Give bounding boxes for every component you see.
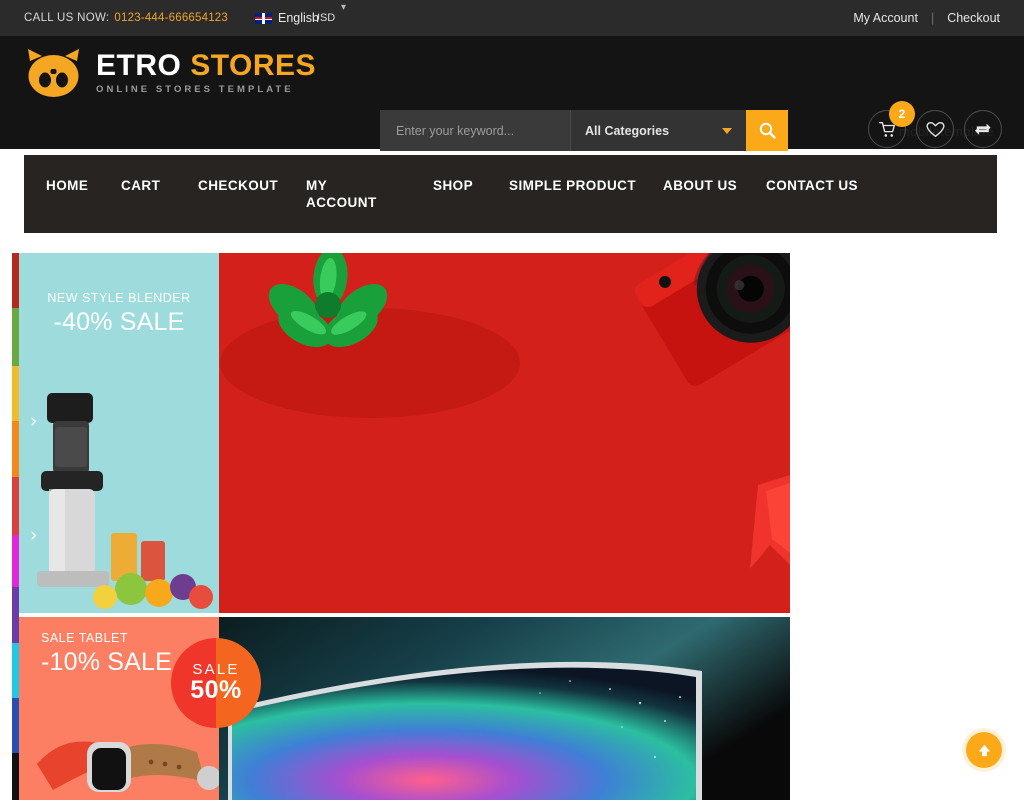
uk-flag-icon [255,12,272,24]
main-navigation: HOME CART CHECKOUT MY ACCOUNT SHOP SIMPLE PRO… [24,155,997,233]
color-strip-segment[interactable] [12,308,19,366]
color-strip-segment[interactable] [12,587,19,643]
heart-icon [925,121,945,137]
color-strip-segment[interactable] [12,366,19,421]
site-header: ETRO STORES ONLINE STORES TEMPLATE All C… [0,36,1024,151]
color-strip-segment[interactable] [12,421,19,477]
cart-count-badge: 2 [889,101,915,127]
nav-item-contact-us[interactable]: CONTACT US [766,177,858,194]
nav-item-simple-product[interactable]: SIMPLE PRODUCT [509,177,636,194]
red-camera-hero-image: 5X [210,253,790,613]
link-separator: | [930,11,935,25]
main-hero-banner[interactable]: 5X [210,253,790,613]
color-strip-segment[interactable] [12,753,19,800]
nav-item-home[interactable]: HOME [46,177,88,194]
color-strip-segment[interactable] [12,477,19,535]
top-bar: CALL US NOW: 0123-444-666654123 English … [0,0,1024,36]
category-dropdown[interactable]: All Categories [570,110,746,151]
logo-tagline: ONLINE STORES TEMPLATE [96,84,294,96]
search-button[interactable] [746,110,788,151]
logo-name-primary: ETRO [96,49,182,83]
promo-blender-title: NEW STYLE BLENDER [47,291,191,305]
promo-banner-blender[interactable]: NEW STYLE BLENDER -40% SALE [19,253,219,613]
phone-number[interactable]: 0123-444-666654123 [114,12,228,24]
wishlist-button[interactable] [916,110,954,148]
checkout-link[interactable]: Checkout [947,11,1000,25]
chevron-down-icon[interactable]: ▾ [341,2,346,13]
top-bar-links: My Account | Checkout [853,0,1000,36]
cart-button[interactable]: 2 [868,101,915,148]
sale-badge-line2: 50% [190,676,242,704]
promo-tablet-sale: -10% SALE [41,648,173,676]
nav-item-shop[interactable]: SHOP [433,177,473,194]
call-us-label: CALL US NOW: [24,12,110,24]
search-bar: All Categories [380,110,788,151]
carousel-next-arrow-bottom[interactable]: › [30,526,38,545]
hero-carousel-stage: 5X [12,253,790,800]
sale-badge: SALE 50% [171,638,261,728]
header-actions: 2 [868,101,1002,148]
color-strip-segment[interactable] [12,698,19,753]
currency-label[interactable]: USD [312,12,335,24]
color-strip-segment[interactable] [12,253,19,308]
promo-tablet-title: SALE TABLET [41,631,129,645]
logo-text: ETRO STORES ONLINE STORES TEMPLATE [96,51,316,95]
search-icon [759,122,776,139]
nav-item-cart[interactable]: CART [121,177,160,194]
site-logo[interactable]: ETRO STORES ONLINE STORES TEMPLATE [24,47,316,99]
carousel-color-strip[interactable] [12,253,19,800]
arrow-up-icon [978,744,990,756]
scroll-to-top-button[interactable] [966,732,1002,768]
nav-item-checkout[interactable]: CHECKOUT [198,177,278,194]
nav-item-about-us[interactable]: ABOUT US [663,177,737,194]
compare-arrows-icon [975,123,991,135]
category-dropdown-label: All Categories [585,123,670,138]
curved-tv-image [210,617,790,800]
color-strip-segment[interactable] [12,535,19,587]
logo-name-secondary: STORES [190,49,316,83]
tv-banner[interactable] [210,617,790,800]
caret-down-icon [722,127,732,134]
my-account-link[interactable]: My Account [853,11,918,25]
blender-product-image [37,393,213,609]
cat-mascot-icon [24,47,83,99]
promo-blender-sale: -40% SALE [53,308,185,336]
search-input[interactable] [380,110,570,151]
top-bar-contact: CALL US NOW: 0123-444-666654123 [24,0,228,36]
compare-button[interactable] [964,110,1002,148]
color-strip-segment[interactable] [12,643,19,698]
nav-list: HOME CART CHECKOUT MY ACCOUNT SHOP SIMPLE PRO… [24,155,997,233]
nav-item-my-account[interactable]: MY ACCOUNT [306,177,377,211]
language-currency-selector[interactable]: English USD ▾ [255,0,346,36]
carousel-next-arrow-top[interactable]: › [30,412,38,431]
